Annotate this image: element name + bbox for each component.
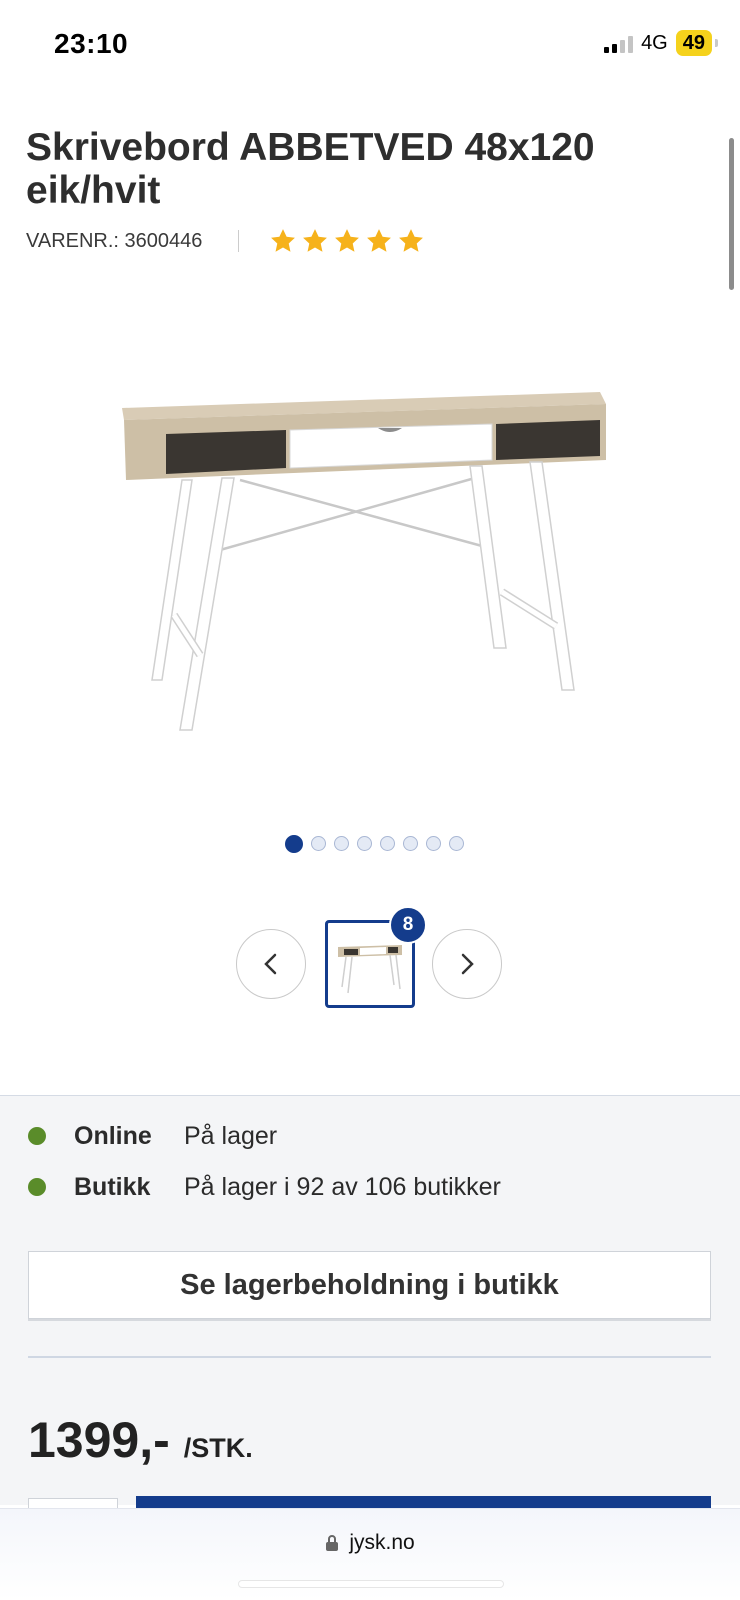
gallery-dots	[0, 834, 740, 853]
product-meta: VARENR.: 3600446	[26, 226, 425, 256]
status-indicators: 4G 49	[604, 30, 719, 56]
product-sku: VARENR.: 3600446	[26, 229, 203, 252]
stock-status-icon	[28, 1127, 46, 1145]
home-indicator[interactable]	[238, 1580, 504, 1588]
store-label: Butikk	[74, 1172, 151, 1201]
gallery-dot[interactable]	[356, 836, 372, 851]
check-store-stock-button[interactable]: Se lagerbeholdning i butikk	[28, 1251, 711, 1319]
price-amount: 1399,-	[28, 1412, 170, 1468]
star-icon	[303, 229, 328, 252]
meta-divider	[238, 230, 240, 252]
status-bar: 23:10 4G 49	[0, 0, 740, 90]
online-stock-row: Online På lager	[28, 1116, 277, 1156]
chevron-left-icon	[264, 953, 277, 975]
star-icon	[335, 229, 360, 252]
chevron-right-icon	[461, 953, 474, 975]
price-unit: /STK.	[183, 1433, 253, 1463]
url-text: jysk.no	[349, 1531, 415, 1554]
price-row: 1399,- /STK.	[28, 1411, 253, 1469]
battery-icon: 49	[675, 30, 719, 56]
star-icon	[367, 229, 392, 252]
gallery-dot[interactable]	[310, 836, 326, 851]
scroll-indicator[interactable]	[729, 138, 734, 290]
stock-section: Online På lager Butikk På lager i 92 av …	[0, 1095, 740, 1518]
browser-address-bar[interactable]: jysk.no	[0, 1508, 740, 1600]
lock-icon	[326, 1535, 339, 1551]
section-divider	[28, 1356, 711, 1358]
gallery-dot[interactable]	[284, 834, 303, 853]
status-time: 23:10	[54, 28, 129, 59]
url-display[interactable]: jysk.no	[0, 1531, 740, 1555]
gallery-dot[interactable]	[402, 836, 418, 851]
rating-stars[interactable]	[269, 227, 425, 255]
gallery-dot[interactable]	[333, 836, 349, 851]
store-stock-row: Butikk På lager i 92 av 106 butikker	[28, 1167, 501, 1207]
gallery-dot[interactable]	[448, 836, 464, 851]
signal-icon	[604, 33, 634, 53]
battery-level: 49	[682, 32, 705, 54]
gallery-dot[interactable]	[379, 836, 395, 851]
product-title: Skrivebord ABBETVED 48x120 eik/hvit	[26, 126, 595, 212]
previous-image-button[interactable]	[236, 929, 306, 999]
image-count-badge: 8	[389, 906, 427, 944]
thumbnail-nav: 8	[0, 906, 740, 1010]
next-image-button[interactable]	[432, 929, 502, 999]
stock-status-icon	[28, 1178, 46, 1196]
online-value: På lager	[184, 1121, 278, 1150]
product-image[interactable]	[110, 380, 620, 760]
star-icon	[399, 229, 424, 252]
network-type: 4G	[641, 31, 668, 54]
online-label: Online	[74, 1121, 152, 1150]
star-icon	[271, 229, 296, 252]
gallery-dot[interactable]	[425, 836, 441, 851]
store-value: På lager i 92 av 106 butikker	[184, 1172, 501, 1201]
